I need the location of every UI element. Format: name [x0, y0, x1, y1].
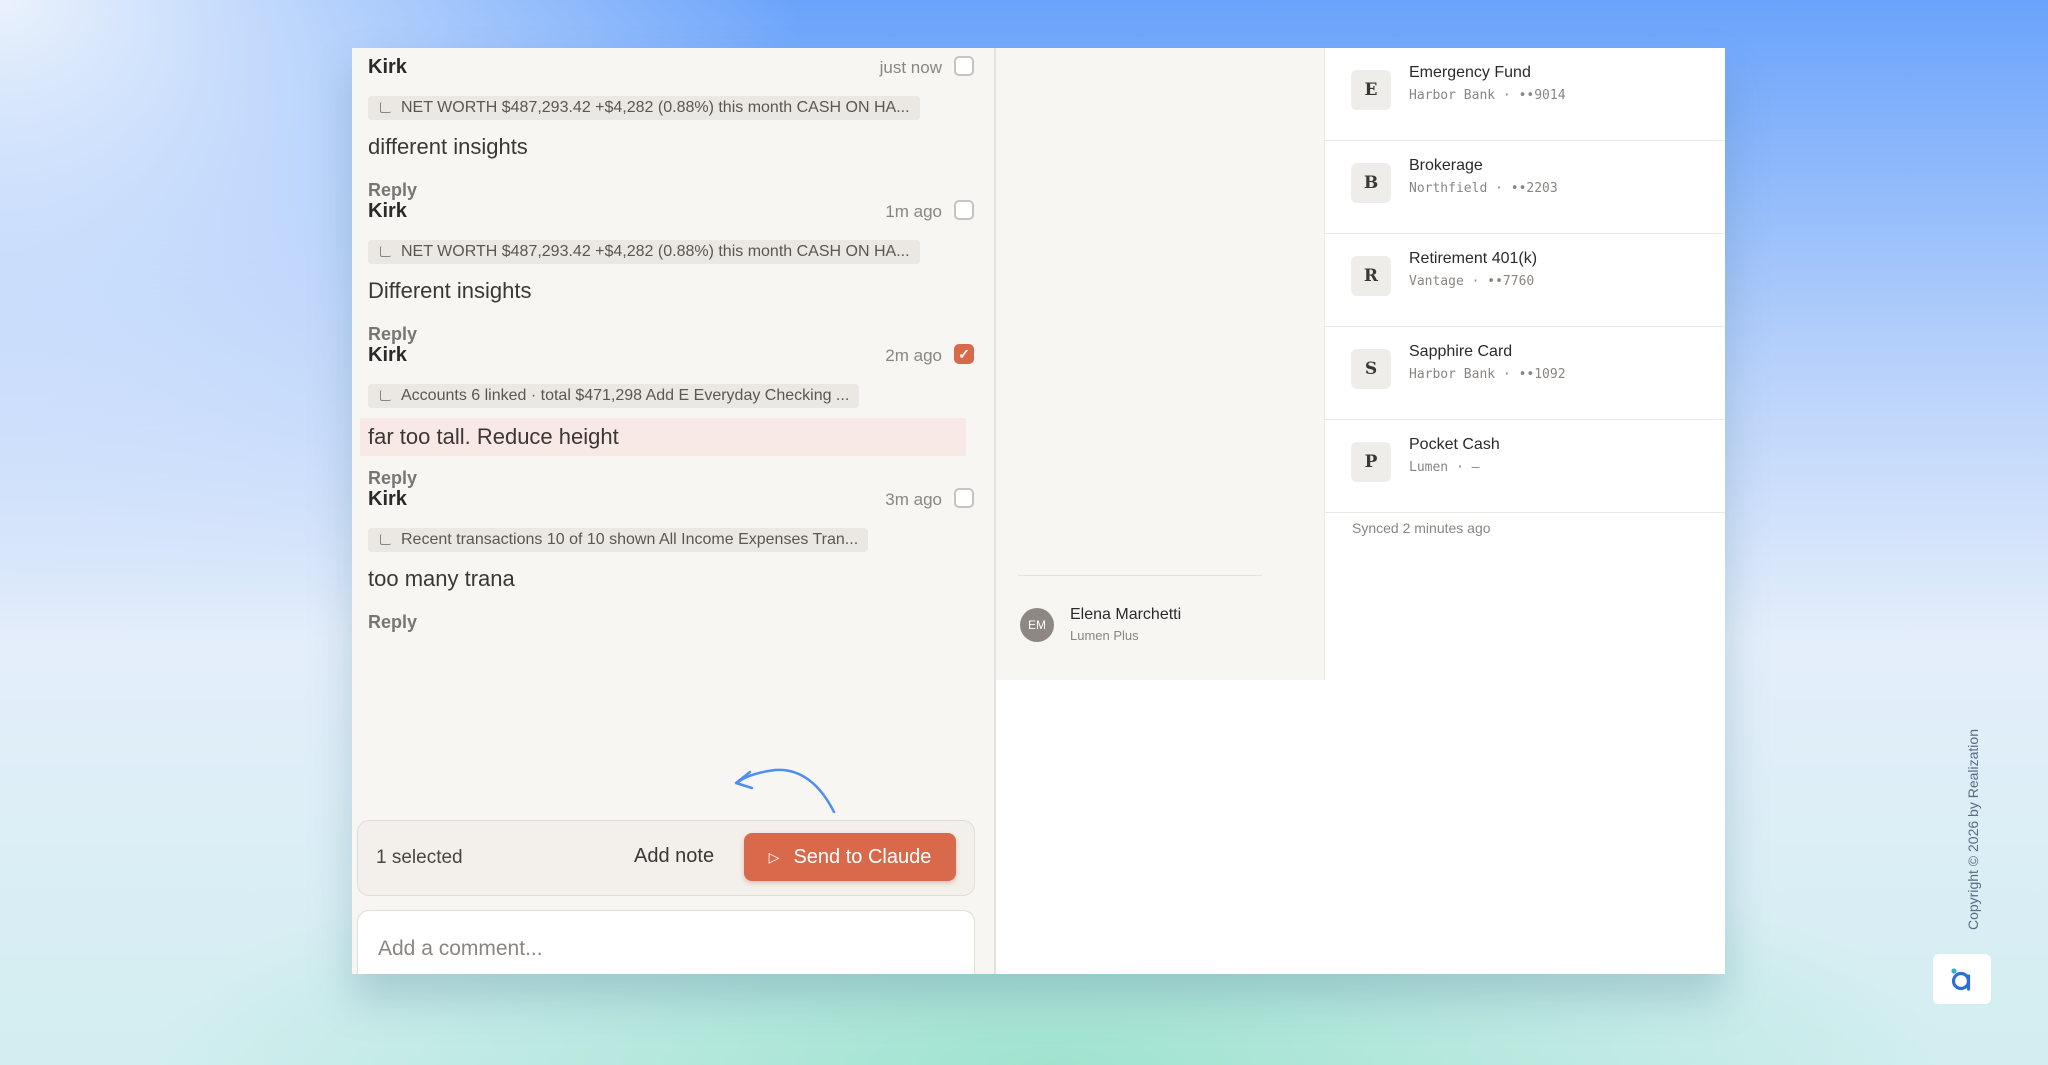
- comment-reference-chip[interactable]: Recent transactions 10 of 10 shown All I…: [368, 528, 869, 552]
- comment-reference-chip[interactable]: NET WORTH $487,293.42 +$4,282 (0.88%) th…: [368, 96, 920, 120]
- selected-count: 1 selected: [376, 847, 463, 868]
- comment-author: Kirk: [368, 56, 407, 78]
- comment-author: Kirk: [368, 488, 407, 510]
- account-name: Sapphire Card: [1409, 343, 1513, 360]
- avatar[interactable]: EM: [1020, 608, 1054, 642]
- account-name: Retirement 401(k): [1409, 250, 1538, 267]
- comment-text: different insights: [368, 134, 528, 159]
- account-badge: B: [1351, 163, 1391, 203]
- app-sidebar: EM Elena Marchetti Lumen Plus: [996, 48, 1282, 680]
- comment-item: Kirk 1m ago NET WORTH $487,293.42 +$4,28…: [360, 192, 986, 344]
- content-gutter: [1282, 48, 1325, 680]
- copyright-text: Copyright © 2026 by Realization: [1965, 729, 1981, 930]
- reference-text: Recent transactions 10 of 10 shown All I…: [401, 531, 859, 548]
- sync-status: Synced 2 minutes ago: [1352, 520, 1491, 536]
- comment-reference-chip[interactable]: Accounts 6 linked · total $471,298 Add E…: [368, 384, 860, 408]
- reference-text: NET WORTH $487,293.42 +$4,282 (0.88%) th…: [401, 243, 910, 260]
- reply-button[interactable]: Reply: [368, 612, 417, 633]
- send-to-claude-button[interactable]: ▷ Send to Claude: [744, 833, 956, 881]
- comment-item: Kirk 3m ago Recent transactions 10 of 10…: [360, 480, 986, 632]
- account-row[interactable]: B Brokerage Northfield · ••2203: [1325, 141, 1725, 234]
- reference-icon: [380, 102, 391, 113]
- account-badge: P: [1351, 442, 1391, 482]
- brand-logo: [1933, 954, 1991, 1004]
- account-row[interactable]: R Retirement 401(k) Vantage · ••7760: [1325, 234, 1725, 327]
- account-name: Emergency Fund: [1409, 64, 1531, 81]
- comment-text: too many trana: [368, 566, 515, 591]
- comment-author: Kirk: [368, 200, 407, 222]
- account-badge: R: [1351, 256, 1391, 296]
- reference-icon: [380, 534, 391, 545]
- comment-reference-chip[interactable]: NET WORTH $487,293.42 +$4,282 (0.88%) th…: [368, 240, 920, 264]
- reference-icon: [380, 246, 391, 257]
- user-name: Elena Marchetti: [1070, 606, 1182, 623]
- selection-action-bar: 1 selected Add note ▷ Send to Claude: [357, 820, 975, 896]
- account-detail: Lumen · —: [1409, 460, 1480, 475]
- comment-checkbox-checked[interactable]: ✓: [954, 344, 974, 364]
- accounts-list: E Emergency Fund Harbor Bank · ••9014 B …: [1325, 48, 1725, 513]
- account-detail: Northfield · ••2203: [1409, 181, 1558, 196]
- user-plan: Lumen Plus: [1070, 628, 1139, 643]
- comment-time: just now: [879, 58, 942, 77]
- account-row[interactable]: P Pocket Cash Lumen · —: [1325, 420, 1725, 513]
- sidebar-divider: [1018, 575, 1262, 576]
- realization-logo-icon: [1951, 968, 1971, 991]
- reference-text: Accounts 6 linked · total $471,298 Add E…: [401, 387, 850, 404]
- comment-item-selected: Kirk 2m ago ✓ Accounts 6 linked · total …: [360, 336, 986, 488]
- comment-item: Kirk just now NET WORTH $487,293.42 +$4,…: [360, 48, 986, 200]
- comment-input-placeholder: Add a comment...: [378, 937, 543, 960]
- account-detail: Harbor Bank · ••1092: [1409, 367, 1566, 382]
- comment-time: 2m ago: [885, 346, 942, 365]
- curved-arrow-icon: [734, 768, 836, 814]
- comment-time: 1m ago: [885, 202, 942, 221]
- reference-icon: [380, 390, 391, 401]
- account-detail: Harbor Bank · ••9014: [1409, 88, 1566, 103]
- comment-author: Kirk: [368, 344, 407, 366]
- play-icon: ▷: [768, 848, 780, 865]
- comment-checkbox[interactable]: [954, 488, 974, 508]
- account-detail: Vantage · ••7760: [1409, 274, 1535, 289]
- app-window: Kirk just now NET WORTH $487,293.42 +$4,…: [352, 48, 1725, 974]
- comment-checkbox[interactable]: [954, 200, 974, 220]
- reference-text: NET WORTH $487,293.42 +$4,282 (0.88%) th…: [401, 99, 910, 116]
- account-name: Pocket Cash: [1409, 436, 1500, 453]
- add-note-button[interactable]: Add note: [634, 845, 714, 868]
- comment-text-highlighted: far too tall. Reduce height: [360, 418, 966, 456]
- comment-input[interactable]: Add a comment...: [357, 910, 975, 974]
- comment-time: 3m ago: [885, 490, 942, 509]
- account-row[interactable]: S Sapphire Card Harbor Bank · ••1092: [1325, 327, 1725, 420]
- account-name: Brokerage: [1409, 157, 1483, 174]
- comments-panel: Kirk just now NET WORTH $487,293.42 +$4,…: [352, 48, 996, 974]
- send-label: Send to Claude: [793, 845, 932, 868]
- comment-checkbox[interactable]: [954, 56, 974, 76]
- comment-text: Different insights: [368, 278, 532, 303]
- account-badge: S: [1351, 349, 1391, 389]
- account-badge: E: [1351, 70, 1391, 110]
- account-row[interactable]: E Emergency Fund Harbor Bank · ••9014: [1325, 48, 1725, 141]
